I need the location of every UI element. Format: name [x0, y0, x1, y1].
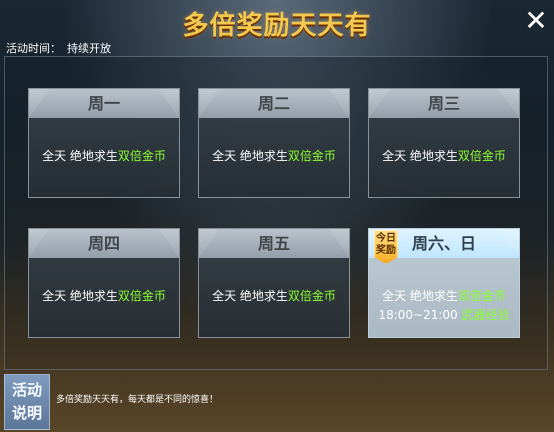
reward-card-weekend: 今日 奖励 周六、日 全天 绝地求生双倍金币 18:00~21:00 武器经验: [368, 228, 520, 338]
card-extra-reward-text: 18:00~21:00 武器经验: [369, 306, 519, 323]
card-reward-prefix: 全天 绝地求生: [382, 289, 458, 303]
card-reward-prefix: 全天 绝地求生: [382, 149, 458, 163]
activity-info-button[interactable]: 活动 说明: [4, 374, 50, 430]
card-reward-text: 全天 绝地求生双倍金币: [369, 287, 519, 304]
reward-card-monday: 周一 全天 绝地求生双倍金币: [28, 88, 180, 198]
card-reward-text: 全天 绝地求生双倍金币: [29, 147, 179, 164]
card-day-label: 周一: [87, 94, 120, 113]
card-day-label: 周二: [257, 94, 290, 113]
activity-info-button-line2: 说明: [11, 404, 42, 422]
card-reward-text: 全天 绝地求生双倍金币: [369, 147, 519, 164]
card-reward-text: 全天 绝地求生双倍金币: [199, 287, 349, 304]
card-reward-highlight: 双倍金币: [287, 149, 336, 163]
card-reward-highlight: 双倍金币: [117, 149, 166, 163]
reward-card-friday: 周五 全天 绝地求生双倍金币: [198, 228, 350, 338]
card-reward-highlight: 双倍金币: [457, 289, 506, 303]
card-day-label: 周三: [427, 94, 460, 113]
card-extra-reward-time: 18:00~21:00: [378, 308, 462, 322]
card-reward-prefix: 全天 绝地求生: [42, 149, 118, 163]
activity-time-label: 活动时间：: [6, 42, 61, 55]
card-day-label: 周六、日: [411, 234, 476, 253]
card-reward-text: 全天 绝地求生双倍金币: [199, 147, 349, 164]
reward-card-tuesday: 周二 全天 绝地求生双倍金币: [198, 88, 350, 198]
card-day-label: 周五: [257, 234, 290, 253]
reward-card-wednesday: 周三 全天 绝地求生双倍金币: [368, 88, 520, 198]
footer: 活动 说明 多倍奖励天天有，每天都是不同的惊喜！: [4, 374, 548, 432]
reward-card-thursday: 周四 全天 绝地求生双倍金币: [28, 228, 180, 338]
close-icon: ✕: [524, 4, 548, 37]
close-button[interactable]: ✕: [522, 7, 550, 35]
page-title: 多倍奖励天天有: [182, 11, 372, 41]
card-reward-highlight: 双倍金币: [287, 289, 336, 303]
card-reward-prefix: 全天 绝地求生: [42, 289, 118, 303]
card-extra-reward-highlight: 武器经验: [461, 308, 510, 322]
activity-description: 多倍奖励天天有，每天都是不同的惊喜！: [56, 395, 219, 405]
card-reward-text: 全天 绝地求生双倍金币: [29, 287, 179, 304]
activity-time: 活动时间： 持续开放: [6, 40, 111, 56]
activity-info-button-line1: 活动: [11, 381, 42, 399]
card-reward-prefix: 全天 绝地求生: [212, 149, 288, 163]
card-reward-highlight: 双倍金币: [117, 289, 166, 303]
card-day-label: 周四: [87, 234, 120, 253]
card-reward-prefix: 全天 绝地求生: [212, 289, 288, 303]
card-reward-highlight: 双倍金币: [457, 149, 506, 163]
activity-time-value: 持续开放: [67, 42, 111, 55]
